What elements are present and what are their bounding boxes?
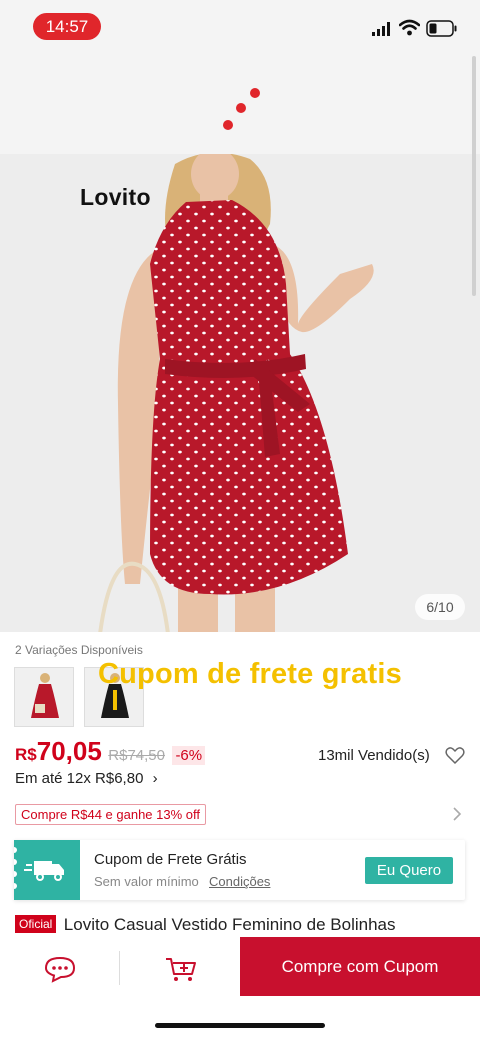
heart-icon[interactable]: [445, 746, 465, 765]
discount-badge: -6%: [172, 746, 206, 765]
coupon-claim-button[interactable]: Eu Quero: [365, 857, 453, 884]
red-dress-thumbnail: [15, 668, 73, 726]
shipping-coupon-card: Cupom de Frete Grátis Sem valor mínimo C…: [11, 840, 465, 900]
chevron-right-icon[interactable]: [452, 806, 462, 822]
product-title: Lovito Casual Vestido Feminino de Bolinh…: [63, 915, 396, 934]
home-indicator: [155, 1023, 325, 1028]
product-title-row: Oficial Lovito Casual Vestido Feminino d…: [15, 915, 396, 935]
price-row: R$70,05 R$74,50 -6%: [15, 736, 206, 768]
loading-icon: [223, 88, 260, 130]
installments-text: Em até 12x R$6,80: [15, 770, 144, 787]
price-original: R$74,50: [108, 747, 165, 764]
image-counter: 6/10: [415, 594, 465, 620]
variations-label: 2 Variações Disponíveis: [15, 643, 143, 657]
bar-divider: [119, 951, 120, 985]
sold-count: 13mil Vendido(s): [318, 747, 430, 764]
signal-icon: [372, 22, 390, 36]
status-time: 14:57: [33, 13, 101, 40]
video-overlay-caption: Cupom de frete gratis: [98, 658, 402, 690]
bottom-action-bar: Compre com Cupom: [0, 937, 480, 1038]
truck-icon: [11, 847, 64, 889]
chevron-right-icon: ›: [152, 770, 158, 787]
wifi-icon: [399, 19, 420, 36]
status-bar: 14:57: [0, 0, 480, 54]
official-badge: Oficial: [15, 915, 57, 933]
coupon-title: Cupom de Frete Grátis: [94, 851, 247, 868]
chat-icon[interactable]: [44, 955, 76, 983]
battery-icon: [426, 20, 457, 37]
price-current: 70,05: [36, 736, 102, 766]
coupon-conditions-link[interactable]: Condições: [209, 874, 270, 889]
scrollbar[interactable]: [472, 56, 476, 296]
variation-swatch-red[interactable]: [14, 667, 74, 727]
promo-tag[interactable]: Compre R$44 e ganhe 13% off: [15, 804, 206, 825]
brand-logo: Lovito: [80, 184, 151, 210]
buy-with-coupon-button[interactable]: Compre com Cupom: [240, 937, 480, 996]
coupon-subtitle: Sem valor mínimo: [94, 874, 199, 889]
coupon-stub: [11, 840, 80, 900]
installments-link[interactable]: Em até 12x R$6,80 ›: [15, 770, 158, 787]
cart-add-icon[interactable]: [165, 955, 197, 983]
model-photo: [0, 154, 480, 632]
price-currency: R$: [15, 745, 37, 764]
product-image[interactable]: Lovito 6/10: [0, 154, 480, 632]
